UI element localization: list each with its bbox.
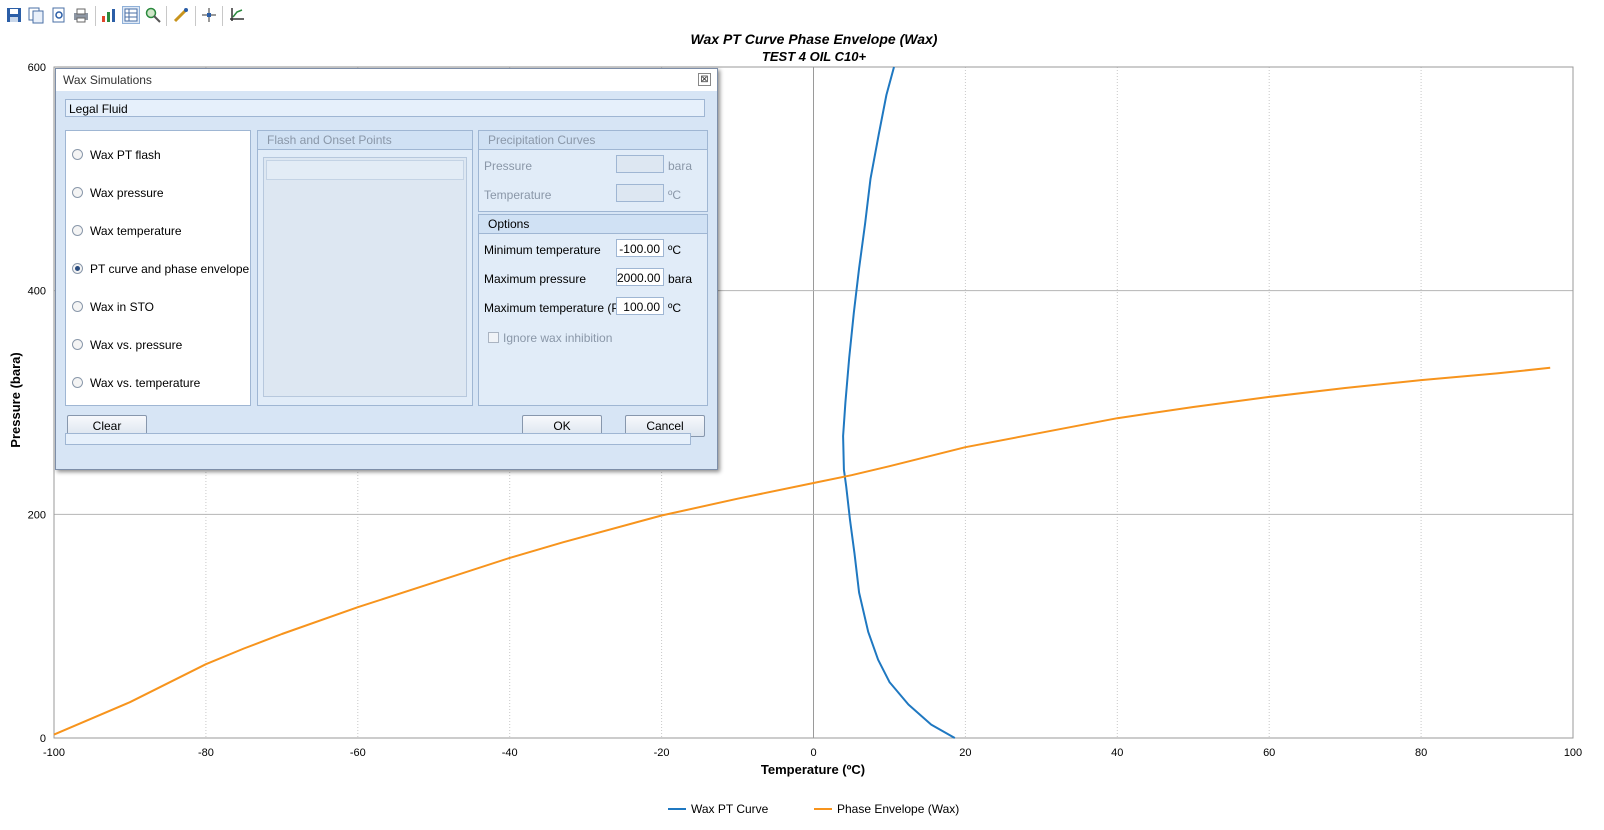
radio-button[interactable]: [72, 301, 83, 312]
dialog-titlebar: Wax Simulations ⊠: [56, 69, 717, 91]
options-header: Options: [479, 215, 707, 234]
series-line-wax-pt-curve: [842, 66, 956, 739]
x-tick-label: -80: [198, 747, 214, 759]
radio-label: Wax vs. temperature: [90, 376, 201, 390]
ignore-wax-inhibition-checkbox[interactable]: [488, 332, 499, 343]
max-pressure-input[interactable]: 2000.00: [616, 268, 664, 286]
min-temp-input[interactable]: -100.00: [616, 239, 664, 257]
x-tick-label: 80: [1415, 747, 1427, 759]
radio-button[interactable]: [72, 225, 83, 236]
radio-label: Wax PT flash: [90, 148, 161, 162]
precipitation-group: Precipitation Curves Pressure bara Tempe…: [478, 130, 708, 212]
max-pressure-label: Maximum pressure: [484, 272, 587, 286]
min-temp-label: Minimum temperature: [484, 243, 601, 257]
x-tick-label: 40: [1111, 747, 1123, 759]
x-tick-label: -60: [350, 747, 366, 759]
max-temp-label: Maximum temperature (PE): [484, 301, 632, 315]
radio-label: Wax vs. pressure: [90, 338, 183, 352]
radio-button[interactable]: [72, 339, 83, 350]
options-group: Options Minimum temperature -100.00 ºC M…: [478, 214, 708, 406]
wax-simulations-dialog: Wax Simulations ⊠ Legal Fluid Wax PT fla…: [55, 68, 718, 470]
min-temp-unit: ºC: [668, 243, 682, 257]
y-axis-ticks: 0 200 400 600: [28, 62, 46, 745]
y-tick-label: 200: [28, 509, 46, 521]
flash-onset-list: [263, 157, 467, 397]
y-tick-label: 400: [28, 286, 46, 298]
max-temp-input[interactable]: 100.00: [616, 297, 664, 315]
precip-temperature-unit: ºC: [668, 188, 682, 202]
y-tick-label: 600: [28, 62, 46, 74]
x-axis-ticks: -100 -80 -60 -40 -20 0 20 40 60 80 100: [43, 747, 1582, 759]
radio-button[interactable]: [72, 377, 83, 388]
radio-label: PT curve and phase envelope: [90, 262, 250, 276]
precip-pressure-input[interactable]: [616, 155, 664, 173]
x-tick-label: -40: [502, 747, 518, 759]
legend: Wax PT Curve Phase Envelope (Wax): [668, 802, 959, 816]
flash-onset-header: Flash and Onset Points: [258, 131, 472, 150]
x-tick-label: 20: [959, 747, 971, 759]
progress-bar: [65, 433, 691, 445]
radio-label: Wax pressure: [90, 186, 164, 200]
legend-label-wax-pt-curve: Wax PT Curve: [691, 802, 769, 816]
dialog-title: Wax Simulations: [63, 73, 152, 87]
y-axis-label: Pressure (bara): [8, 352, 23, 447]
radio-label: Wax in STO: [90, 300, 155, 314]
x-axis-label: Temperature (ºC): [761, 762, 865, 777]
fluid-name-field: Legal Fluid: [65, 99, 705, 117]
ignore-wax-inhibition-label: Ignore wax inhibition: [503, 331, 613, 345]
chart-title: Wax PT Curve Phase Envelope (Wax): [691, 31, 938, 47]
precip-temperature-label: Temperature: [484, 188, 552, 202]
radio-button-selected[interactable]: [72, 263, 83, 274]
chart-subtitle: TEST 4 OIL C10+: [762, 49, 867, 64]
radio-label: Wax temperature: [90, 224, 182, 238]
max-pressure-unit: bara: [668, 272, 693, 286]
x-tick-label: 100: [1564, 747, 1582, 759]
x-tick-label: -20: [654, 747, 670, 759]
precip-pressure-label: Pressure: [484, 159, 533, 173]
close-icon[interactable]: ⊠: [698, 73, 711, 86]
y-tick-label: 0: [40, 733, 46, 745]
legend-label-phase-envelope: Phase Envelope (Wax): [837, 802, 959, 816]
precip-temperature-input[interactable]: [616, 184, 664, 202]
precipitation-header: Precipitation Curves: [479, 131, 707, 150]
flash-onset-list-row: [266, 160, 464, 180]
simulation-type-panel: Wax PT flash Wax pressure Wax temperatur…: [65, 130, 251, 406]
max-temp-unit: ºC: [668, 301, 682, 315]
x-tick-label: 0: [810, 747, 816, 759]
x-tick-label: 60: [1263, 747, 1275, 759]
precip-pressure-unit: bara: [668, 159, 693, 173]
flash-onset-group: Flash and Onset Points: [257, 130, 473, 406]
radio-button[interactable]: [72, 149, 83, 160]
x-tick-label: -100: [43, 747, 65, 759]
radio-button[interactable]: [72, 187, 83, 198]
